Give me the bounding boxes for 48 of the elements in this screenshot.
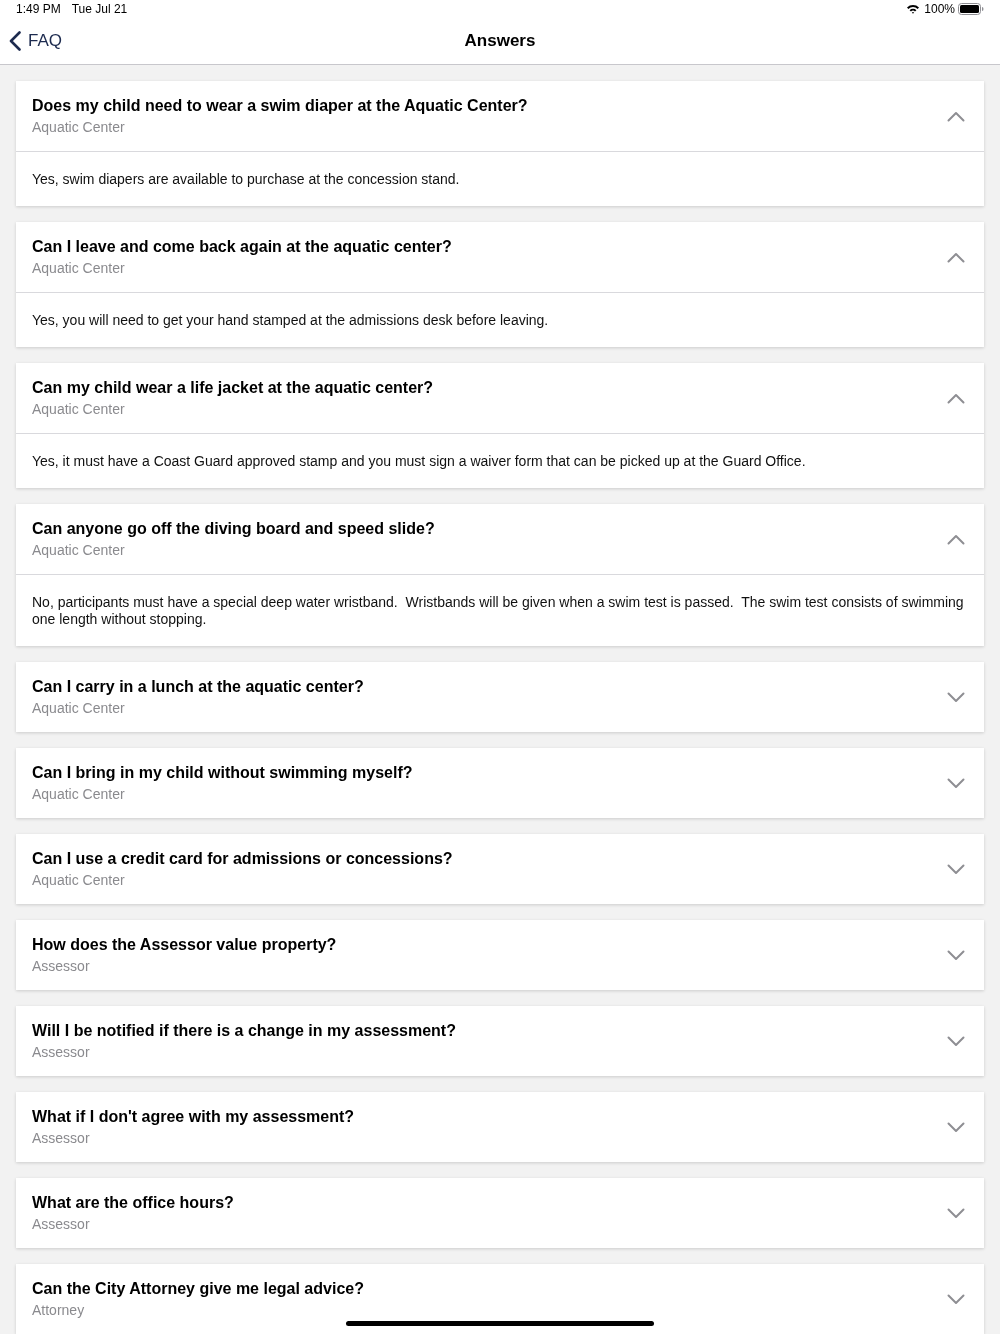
chevron-down-icon[interactable] bbox=[947, 1035, 965, 1047]
chevron-up-icon[interactable] bbox=[947, 533, 965, 545]
question-text[interactable]: Can anyone go off the diving board and speed slide? bbox=[32, 518, 435, 540]
chevron-up-icon[interactable] bbox=[947, 251, 965, 263]
nav-title: Answers bbox=[464, 29, 536, 52]
chevron-down-icon[interactable] bbox=[947, 691, 965, 703]
status-time: 1:49 PM bbox=[16, 2, 61, 15]
category-label: Aquatic Center bbox=[32, 699, 125, 718]
battery-percentage: 100% bbox=[924, 2, 955, 15]
back-button[interactable]: FAQ bbox=[0, 17, 70, 64]
chevron-down-icon[interactable] bbox=[947, 777, 965, 789]
category-label: Assessor bbox=[32, 1129, 90, 1148]
answer-text: No, participants must have a special deep water wristband. Wristbands will be given when a swim test is passed. The swim test consists of swimming one length without stopping. bbox=[32, 594, 965, 628]
question-text[interactable]: Does my child need to wear a swim diaper at the Aquatic Center? bbox=[32, 95, 528, 117]
question-text[interactable]: Will I be notified if there is a change in my assessment? bbox=[32, 1020, 456, 1042]
wifi-icon bbox=[906, 3, 921, 14]
category-label: Aquatic Center bbox=[32, 259, 125, 278]
battery-icon bbox=[958, 2, 984, 15]
question-text[interactable]: Can the City Attorney give me legal advice? bbox=[32, 1278, 364, 1300]
chevron-down-icon[interactable] bbox=[947, 1293, 965, 1305]
category-label: Assessor bbox=[32, 957, 90, 976]
chevron-down-icon[interactable] bbox=[947, 949, 965, 961]
chevron-down-icon[interactable] bbox=[947, 1121, 965, 1133]
question-text[interactable]: Can I bring in my child without swimming myself? bbox=[32, 762, 413, 784]
question-text[interactable]: What are the office hours? bbox=[32, 1192, 234, 1214]
category-label: Aquatic Center bbox=[32, 400, 125, 419]
question-text[interactable]: Can I use a credit card for admissions or concessions? bbox=[32, 848, 453, 870]
category-label: Attorney bbox=[32, 1301, 85, 1320]
chevron-down-icon[interactable] bbox=[947, 863, 965, 875]
question-text[interactable]: Can my child wear a life jacket at the aquatic center? bbox=[32, 377, 434, 399]
chevron-up-icon[interactable] bbox=[947, 110, 965, 122]
category-label: Aquatic Center bbox=[32, 785, 125, 804]
answer-text: Yes, it must have a Coast Guard approved stamp and you must sign a waiver form that can be picked up at the Guard Office. bbox=[32, 453, 807, 470]
question-text[interactable]: Can I carry in a lunch at the aquatic center? bbox=[32, 676, 364, 698]
answer-text: Yes, swim diapers are available to purchase at the concession stand. bbox=[32, 171, 461, 188]
chevron-up-icon[interactable] bbox=[947, 392, 965, 404]
question-text[interactable]: What if I don't agree with my assessment? bbox=[32, 1106, 355, 1128]
status-date: Tue Jul 21 bbox=[71, 2, 128, 15]
category-label: Assessor bbox=[32, 1215, 90, 1234]
category-label: Aquatic Center bbox=[32, 871, 125, 890]
answer-text: Yes, you will need to get your hand stamped at the admissions desk before leaving. bbox=[32, 312, 550, 329]
question-text[interactable]: How does the Assessor value property? bbox=[32, 934, 337, 956]
chevron-down-icon[interactable] bbox=[947, 1207, 965, 1219]
category-label: Assessor bbox=[32, 1043, 90, 1062]
question-text[interactable]: Can I leave and come back again at the aquatic center? bbox=[32, 236, 452, 258]
category-label: Aquatic Center bbox=[32, 118, 125, 137]
chevron-left-icon bbox=[9, 30, 21, 51]
category-label: Aquatic Center bbox=[32, 541, 125, 560]
